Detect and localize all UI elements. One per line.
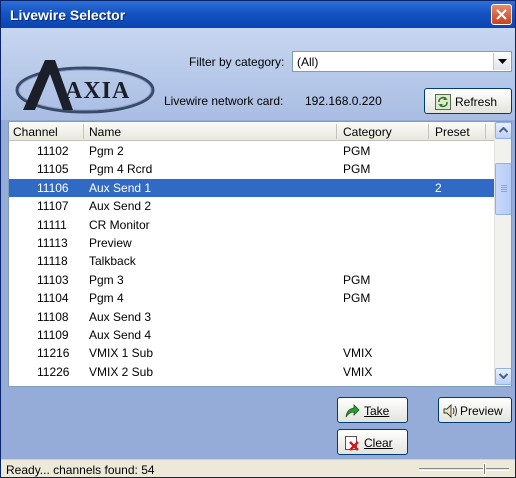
row-category: PGM: [343, 162, 371, 177]
row-category: PGM: [343, 144, 371, 158]
logo-text: AXIA: [65, 78, 130, 104]
column-header-category[interactable]: Category: [343, 125, 392, 139]
filter-label: Filter by category:: [189, 55, 285, 69]
row-category: PGM: [343, 272, 371, 287]
row-category: VMIX: [343, 346, 373, 361]
chevron-up-icon: [499, 127, 508, 133]
table-row[interactable]: 11108 Aux Send 3: [9, 308, 494, 326]
scroll-down-button[interactable]: [495, 368, 511, 385]
row-name: CR Monitor: [89, 217, 150, 232]
row-name: Pgm 4: [89, 291, 124, 306]
clear-button[interactable]: Clear: [337, 429, 408, 455]
column-header-preset[interactable]: Preset: [435, 125, 470, 139]
table-row[interactable]: 11113 Preview: [9, 234, 494, 252]
row-name: Aux Send 1: [89, 180, 152, 195]
row-preset: 2: [435, 180, 442, 195]
row-channel: 11113: [37, 236, 68, 250]
dropdown-arrow[interactable]: [493, 53, 510, 70]
row-channel: 11109: [37, 328, 69, 342]
column-header-channel[interactable]: Channel: [13, 125, 58, 139]
take-arrow-icon: [345, 404, 360, 418]
column-divider[interactable]: [428, 124, 429, 139]
preview-label: Preview: [460, 404, 503, 418]
scroll-thumb[interactable]: [495, 163, 511, 215]
livewire-selector-window: Livewire Selector AXIA Filter by categor…: [0, 0, 516, 478]
column-divider[interactable]: [83, 124, 84, 139]
row-name: Aux Send 2: [89, 199, 152, 214]
row-name: Preview: [89, 236, 132, 250]
chevron-down-icon: [498, 59, 507, 64]
speaker-icon: [443, 403, 457, 419]
row-name: VMIX 1 Sub: [89, 346, 154, 361]
row-name: VMIX 2 Sub: [89, 364, 154, 379]
clear-label: Clear: [364, 436, 393, 450]
row-name: Talkback: [89, 254, 136, 269]
table-row[interactable]: 11216 VMIX 1 Sub VMIX: [9, 344, 494, 362]
axia-logo: AXIA: [15, 60, 155, 114]
header-area: AXIA Filter by category: (All) Livewire …: [1, 28, 515, 120]
chevron-down-icon: [499, 373, 508, 379]
take-button[interactable]: Take: [337, 397, 408, 423]
status-slider-track[interactable]: [419, 468, 509, 471]
row-channel: 11111: [37, 217, 67, 232]
window-title: Livewire Selector: [10, 7, 126, 23]
row-channel: 11107: [37, 199, 69, 214]
grip-line: [501, 189, 507, 190]
status-slider-thumb[interactable]: [483, 463, 486, 475]
grip-line: [501, 187, 507, 188]
table-row[interactable]: 11111 CR Monitor: [9, 216, 494, 234]
table-row[interactable]: 11118 Talkback: [9, 252, 494, 270]
table-row[interactable]: 11109 Aux Send 4: [9, 326, 494, 344]
row-name: Pgm 2: [89, 144, 124, 158]
table-row[interactable]: 11104 Pgm 4 PGM: [9, 289, 494, 307]
take-label: Take: [364, 404, 390, 418]
network-card-label: Livewire network card:: [164, 94, 284, 108]
list-rows: 11102 Pgm 2 PGM 11105 Pgm 4 Rcrd PGM 111…: [9, 142, 494, 386]
column-divider[interactable]: [485, 124, 486, 139]
title-bar[interactable]: Livewire Selector: [1, 1, 515, 28]
list-header: Channel Name Category Preset: [9, 122, 494, 141]
clear-icon: [345, 436, 359, 451]
row-channel: 11108: [37, 309, 69, 324]
refresh-label: Refresh: [455, 95, 498, 109]
table-row-selected[interactable]: 11106 Aux Send 1 2: [9, 178, 494, 198]
column-header-name[interactable]: Name: [89, 125, 121, 139]
row-channel: 11118: [37, 254, 68, 269]
table-row[interactable]: 11107 Aux Send 2: [9, 197, 494, 215]
row-channel: 11104: [37, 291, 69, 306]
row-name: Aux Send 4: [89, 328, 152, 342]
table-row[interactable]: 11102 Pgm 2 PGM: [9, 142, 494, 160]
column-divider[interactable]: [336, 124, 337, 139]
row-category: VMIX: [343, 364, 373, 379]
table-row[interactable]: 11105 Pgm 4 Rcrd PGM: [9, 160, 494, 178]
row-channel: 11105: [37, 162, 69, 177]
row-channel: 11226: [37, 364, 70, 379]
vertical-scrollbar[interactable]: [494, 122, 511, 386]
row-channel: 11103: [37, 272, 69, 287]
status-bar: Ready... channels found: 54: [1, 459, 515, 477]
row-channel: 11102: [37, 144, 69, 158]
grip-line: [501, 191, 507, 192]
row-name: Aux Send 3: [89, 309, 152, 324]
grip-line: [501, 185, 507, 186]
row-name: Pgm 4 Rcrd: [89, 162, 153, 177]
category-filter-select[interactable]: (All): [292, 51, 512, 72]
channel-list[interactable]: Channel Name Category Preset 11102 Pgm 2…: [8, 121, 512, 387]
filter-selected-value: (All): [297, 55, 319, 69]
refresh-button[interactable]: Refresh: [424, 88, 512, 114]
row-name: Pgm 3: [89, 272, 124, 287]
preview-button[interactable]: Preview: [438, 397, 512, 423]
row-channel: 11106: [37, 180, 69, 195]
status-text: Ready... channels found: 54: [6, 463, 155, 477]
close-button[interactable]: [491, 4, 512, 25]
refresh-icon: [435, 94, 451, 110]
table-row[interactable]: 11103 Pgm 3 PGM: [9, 271, 494, 289]
row-category: PGM: [343, 291, 371, 306]
scroll-up-button[interactable]: [495, 122, 511, 139]
network-card-value: 192.168.0.220: [305, 94, 382, 108]
table-row[interactable]: 11226 VMIX 2 Sub VMIX: [9, 363, 494, 381]
row-channel: 11216: [37, 346, 70, 361]
close-icon: [496, 9, 507, 20]
